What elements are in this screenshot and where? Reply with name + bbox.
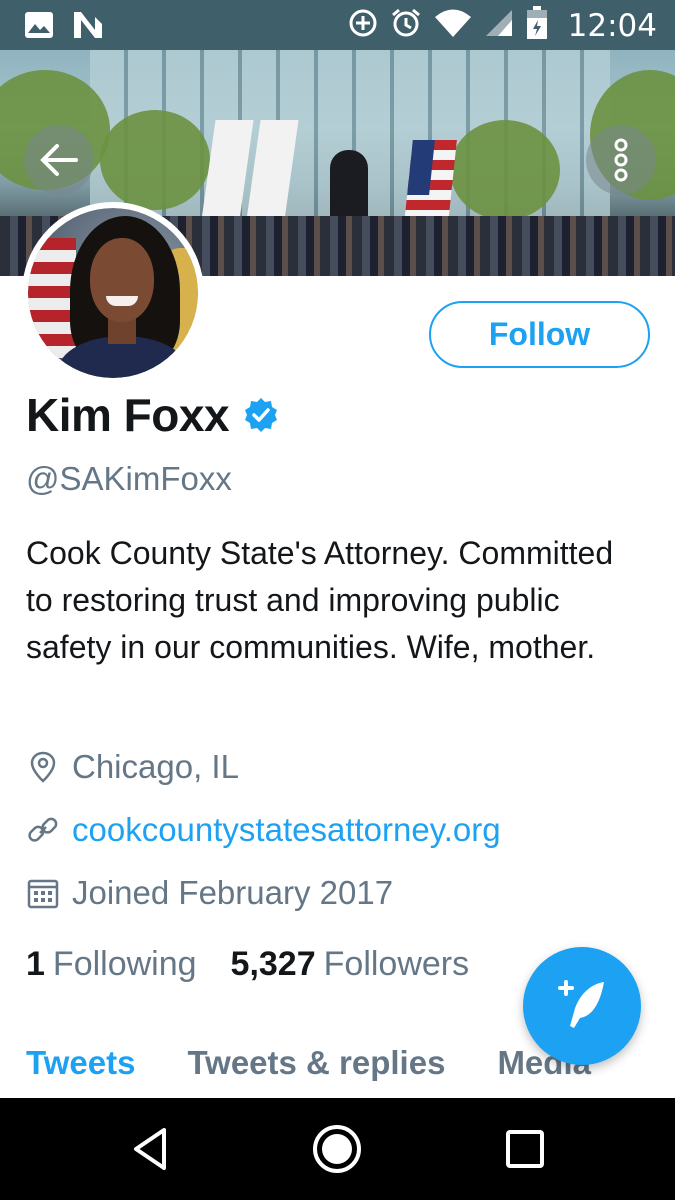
profile-joined: Joined February 2017 [26, 874, 393, 912]
profile-bio: Cook County State's Attorney. Committed … [26, 535, 614, 665]
following-stat[interactable]: 1 Following [26, 945, 197, 984]
compose-tweet-button[interactable] [523, 947, 641, 1065]
alarm-icon [390, 7, 422, 44]
recents-square-icon[interactable] [498, 1122, 552, 1176]
verified-badge-icon [245, 398, 278, 432]
followers-label: Followers [323, 945, 470, 983]
following-count: 1 [26, 945, 45, 983]
profile-name-row: Kim Foxx [26, 388, 279, 442]
tab-tweets-and-replies[interactable]: Tweets & replies [187, 1044, 445, 1082]
website-link[interactable]: cookcountystatesattorney.org [72, 811, 501, 849]
display-name: Kim Foxx [26, 389, 230, 441]
followers-stat[interactable]: 5,327 Followers [231, 945, 470, 984]
wifi-icon [434, 8, 472, 43]
image-icon [24, 11, 54, 44]
data-saver-icon [348, 8, 378, 43]
calendar-icon [27, 879, 59, 909]
arrow-left-icon [40, 144, 78, 176]
back-triangle-icon[interactable] [124, 1122, 178, 1176]
profile-avatar[interactable] [22, 202, 204, 384]
signal-icon [484, 8, 514, 43]
followers-count: 5,327 [230, 945, 316, 983]
profile-website: cookcountystatesattorney.org [26, 811, 501, 849]
tab-tweets[interactable]: Tweets [26, 1044, 135, 1082]
location-text: Chicago, IL [72, 748, 239, 785]
battery-icon [526, 6, 548, 45]
follow-stats: 1 Following 5,327 Followers [26, 945, 469, 984]
profile-handle: @SAKimFoxx [26, 460, 232, 497]
follow-button[interactable]: Follow [429, 301, 650, 368]
following-label: Following [52, 945, 197, 983]
joined-text: Joined February 2017 [72, 874, 394, 911]
compose-tweet-icon [558, 980, 604, 1028]
link-icon [28, 817, 58, 842]
back-button[interactable] [24, 125, 94, 195]
profile-location: Chicago, IL [26, 748, 239, 786]
clock: 12:04 [567, 7, 657, 44]
system-nav-bar [0, 1098, 675, 1200]
more-options-button[interactable] [586, 125, 656, 195]
status-bar: 12:04 [0, 0, 675, 50]
more-vertical-icon [614, 138, 628, 182]
n-icon [72, 10, 104, 45]
home-circle-icon[interactable] [310, 1122, 364, 1176]
location-pin-icon [30, 751, 56, 783]
